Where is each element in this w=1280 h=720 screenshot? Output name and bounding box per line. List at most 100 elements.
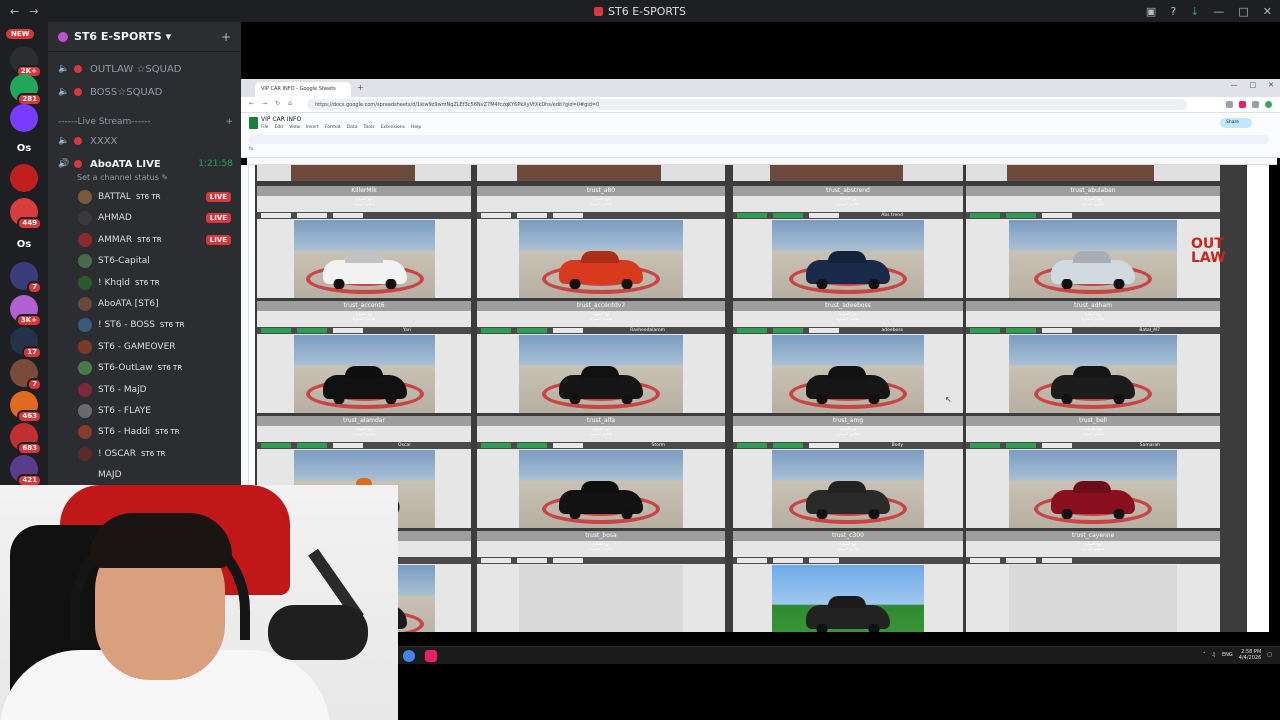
- tag-chip[interactable]: [261, 213, 291, 218]
- voice-member[interactable]: BATTAL ST6 TR LIVE: [78, 188, 231, 206]
- tag-chip[interactable]: [1006, 328, 1036, 333]
- server-icon[interactable]: 7: [10, 359, 42, 391]
- voice-member[interactable]: AHMAD LIVE: [78, 209, 231, 227]
- server-icon[interactable]: 3K+: [10, 295, 42, 327]
- download-icon[interactable]: ↓: [1190, 5, 1199, 18]
- voice-member[interactable]: AMMAR ST6 TR LIVE: [78, 231, 231, 249]
- chrome-icon[interactable]: [403, 650, 415, 662]
- profile-icon[interactable]: [1265, 101, 1272, 108]
- voice-member[interactable]: ST6 - MajD: [78, 381, 231, 399]
- share-button[interactable]: Share: [1220, 118, 1252, 128]
- tag-chip[interactable]: [297, 213, 327, 218]
- car-card[interactable]: trust_bell نوع السيارة تفاصيل السيارة Samar…: [966, 416, 1220, 528]
- new-badge[interactable]: NEW: [6, 29, 35, 39]
- server-icon[interactable]: 7: [10, 262, 42, 294]
- tag-chip[interactable]: [1006, 213, 1036, 218]
- voice-channel-xxxx[interactable]: 🔈 XXXX: [58, 132, 233, 150]
- tag-chip[interactable]: [970, 328, 1000, 333]
- tag-chip[interactable]: [553, 443, 583, 448]
- tag-chip[interactable]: [1042, 328, 1072, 333]
- speaker-icon[interactable]: ♫: [1212, 652, 1216, 658]
- new-tab-icon[interactable]: +: [357, 83, 364, 92]
- voice-channel-boss-squad[interactable]: 🔈 BOSS☆SQUAD: [58, 83, 233, 101]
- tag-chip[interactable]: [737, 558, 767, 563]
- tag-chip[interactable]: [773, 443, 803, 448]
- tag-chip[interactable]: [970, 443, 1000, 448]
- maximize-icon[interactable]: □: [1238, 5, 1248, 18]
- server-icon[interactable]: 449: [10, 198, 42, 230]
- add-channel-icon[interactable]: +: [225, 117, 233, 127]
- voice-channel-outlaw-squad[interactable]: 🔈 OUTLAW ☆SQUAD: [58, 60, 233, 78]
- voice-member[interactable]: ST6-Capital: [78, 252, 231, 270]
- back-arrow-icon[interactable]: ←: [10, 5, 19, 18]
- server-icon[interactable]: 281: [10, 74, 42, 106]
- extension-icon[interactable]: [1226, 101, 1233, 108]
- tag-chip[interactable]: [553, 213, 583, 218]
- tag-chip[interactable]: [773, 558, 803, 563]
- tag-chip[interactable]: [773, 213, 803, 218]
- voice-member[interactable]: ! Khqld ST6 TR: [78, 274, 231, 292]
- category-live-stream[interactable]: ------Live Stream------ +: [58, 113, 233, 131]
- tag-chip[interactable]: [481, 443, 511, 448]
- tag-chip[interactable]: [333, 328, 363, 333]
- voice-member[interactable]: ! OSCAR ST6 TR: [78, 445, 231, 463]
- tag-chip[interactable]: [809, 443, 839, 448]
- voice-member[interactable]: ! ST6 - BOSS ST6 TR: [78, 316, 231, 334]
- tag-chip[interactable]: [333, 443, 363, 448]
- server-icon[interactable]: Os: [10, 134, 38, 162]
- forward-icon[interactable]: →: [262, 100, 267, 107]
- server-icon[interactable]: 683: [10, 423, 42, 455]
- menu-item[interactable]: File: [261, 125, 269, 130]
- menu-item[interactable]: Extensions: [381, 125, 405, 130]
- server-icon[interactable]: 463: [10, 391, 42, 423]
- language-indicator[interactable]: ENG: [1222, 652, 1233, 658]
- tag-chip[interactable]: [517, 328, 547, 333]
- car-card[interactable]: trust_adeeboss نوع السيارة تفاصيل السيارة a…: [733, 301, 963, 413]
- tag-chip[interactable]: [261, 443, 291, 448]
- app-icon[interactable]: [425, 650, 437, 662]
- address-bar[interactable]: https://docs.google.com/spreadsheets/d/1…: [307, 99, 1187, 110]
- car-card[interactable]: trust_abstrend نوع السيارة تفاصيل السيارة A…: [733, 186, 963, 298]
- invite-user-icon[interactable]: +: [221, 30, 231, 44]
- car-card[interactable]: trust_a80 نوع السيارة تفاصيل السيارة: [477, 186, 725, 298]
- tag-chip[interactable]: [773, 328, 803, 333]
- car-card[interactable]: trust_alfa نوع السيارة تفاصيل السيارة Storm: [477, 416, 725, 528]
- tag-chip[interactable]: [481, 213, 511, 218]
- tag-chip[interactable]: [517, 558, 547, 563]
- tag-chip[interactable]: [517, 213, 547, 218]
- minimize-icon[interactable]: —: [1231, 81, 1238, 89]
- server-icon[interactable]: [10, 164, 38, 192]
- document-title[interactable]: VIP CAR INFO: [261, 116, 301, 123]
- voice-member[interactable]: MAJD: [78, 466, 231, 484]
- menu-item[interactable]: Help: [411, 125, 421, 130]
- car-card[interactable]: KillerMik نوع السيارة تفاصيل السيارة: [257, 186, 471, 298]
- tag-chip[interactable]: [1042, 213, 1072, 218]
- tag-chip[interactable]: [737, 328, 767, 333]
- menu-item[interactable]: View: [289, 125, 300, 130]
- extension-icon[interactable]: [1239, 101, 1246, 108]
- formula-bar-icon[interactable]: fx: [249, 147, 253, 152]
- tag-chip[interactable]: [809, 328, 839, 333]
- clock[interactable]: 2:58 PM 4/4/2026: [1239, 649, 1261, 661]
- close-icon[interactable]: ✕: [1263, 5, 1272, 18]
- tag-chip[interactable]: [481, 558, 511, 563]
- car-card[interactable]: trust_adham نوع السيارة تفاصيل السيارة Bata…: [966, 301, 1220, 413]
- minimize-icon[interactable]: —: [1213, 5, 1224, 18]
- voice-member[interactable]: AboATA [ST6]: [78, 295, 231, 313]
- menu-item[interactable]: Insert: [306, 125, 319, 130]
- menu-item[interactable]: Data: [347, 125, 358, 130]
- server-icon[interactable]: [10, 104, 38, 132]
- tag-chip[interactable]: [481, 328, 511, 333]
- car-card[interactable]: trust_bosa نوع السيارة تفاصيل السيارة: [477, 531, 725, 632]
- home-icon[interactable]: ⌂: [288, 100, 292, 107]
- tag-chip[interactable]: [1042, 558, 1072, 563]
- notifications-icon[interactable]: □: [1267, 652, 1272, 658]
- tag-chip[interactable]: [809, 558, 839, 563]
- sheets-logo-icon[interactable]: [249, 117, 258, 129]
- tag-chip[interactable]: [517, 443, 547, 448]
- extension-icon[interactable]: [1252, 101, 1259, 108]
- close-icon[interactable]: ✕: [1268, 81, 1274, 89]
- car-card[interactable]: trust_cayenne نوع السيارة تفاصيل السيارة: [966, 531, 1220, 632]
- browser-tab[interactable]: VIP CAR INFO - Google Sheets: [255, 82, 351, 97]
- car-card[interactable]: trust_accent6 نوع السيارة تفاصيل السيارة Ya…: [257, 301, 471, 413]
